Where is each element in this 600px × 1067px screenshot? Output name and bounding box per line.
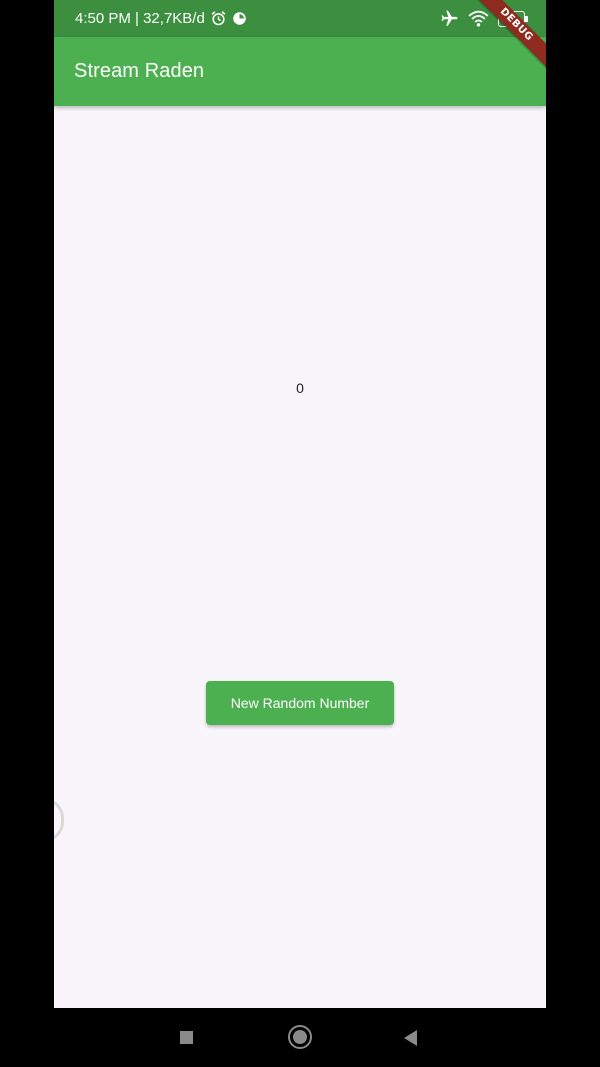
recents-icon[interactable]: [180, 1031, 193, 1044]
app-bar: Stream Raden: [54, 37, 546, 106]
status-time-data: 4:50 PM | 32,7KB/d: [75, 10, 205, 27]
status-bar: 4:50 PM | 32,7KB/d 81: [54, 0, 546, 37]
back-icon[interactable]: [404, 1030, 417, 1046]
home-icon[interactable]: [288, 1025, 312, 1049]
system-nav-bar: [0, 1008, 600, 1067]
random-number-display: 0: [296, 380, 304, 396]
battery-level: 81: [506, 13, 517, 24]
data-saver-icon: [232, 11, 247, 26]
new-random-number-button[interactable]: New Random Number: [206, 681, 394, 725]
app-title: Stream Raden: [74, 60, 205, 82]
edge-swipe-handle[interactable]: [54, 798, 64, 842]
alarm-icon: [210, 10, 227, 27]
app-screen: 4:50 PM | 32,7KB/d 81 Stream Raden DEBUG…: [54, 0, 546, 1008]
battery-icon: 81: [498, 10, 528, 27]
airplane-icon: [440, 9, 459, 28]
wifi-icon: [468, 10, 489, 27]
